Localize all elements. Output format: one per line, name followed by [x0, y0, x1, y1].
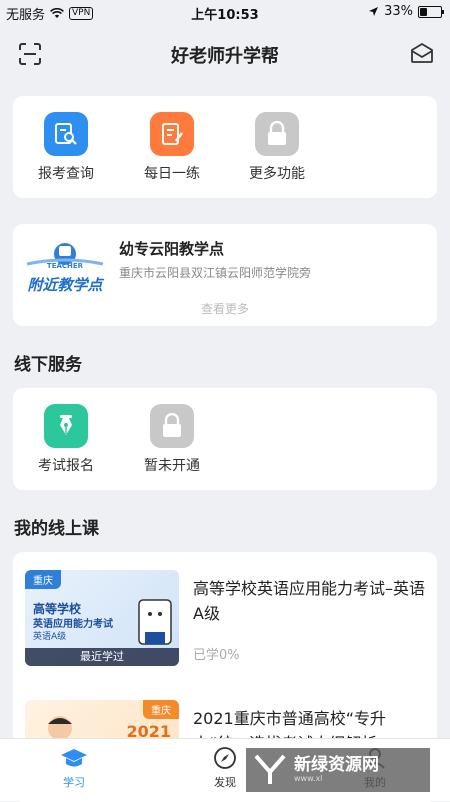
course-title: 高等学校英语应用能力考试–英语A级 [193, 579, 426, 623]
quick-action-query[interactable]: 报考查询 [26, 112, 106, 183]
course-thumb-line3: 英语A级 [33, 632, 67, 642]
course-thumb-tag: 重庆 [25, 570, 61, 589]
quick-action-label: 每日一练 [144, 166, 200, 182]
offline-item-label: 考试报名 [38, 458, 94, 474]
nav-bar: 好老师升学帮 [0, 30, 450, 76]
offline-section-title: 线下服务 [14, 355, 82, 375]
page-title: 好老师升学帮 [171, 46, 279, 67]
logo-top-text: TEACHER [46, 262, 84, 270]
location-arrow-icon [369, 7, 379, 16]
recently-studied-banner: 最近学过 [25, 648, 179, 666]
courses-section-title: 我的线上课 [14, 519, 99, 539]
course-thumb-tag: 重庆 [143, 700, 179, 719]
course-thumbnail: 重庆 高等学校 英语应用能力考试 英语A级 最近学过 [25, 570, 179, 666]
nearby-school-card[interactable]: TEACHER 附近教学点 幼专云阳教学点 重庆市云阳县双江镇云阳师范学院旁 查… [13, 224, 437, 326]
quick-action-practice[interactable]: 每日一练 [132, 112, 212, 183]
status-bar: 无服务 VPN 上午10:53 33% [0, 0, 450, 24]
school-logo: TEACHER 附近教学点 [21, 238, 109, 298]
battery-icon [418, 5, 444, 18]
status-right: 33% [368, 4, 444, 19]
practice-icon [150, 112, 194, 156]
quick-actions-card: 报考查询 每日一练 更多功能 [13, 96, 437, 198]
query-icon [44, 112, 88, 156]
logo-text: 附近教学点 [27, 276, 103, 294]
watermark-logo-icon [254, 754, 286, 784]
battery-fill [420, 7, 427, 16]
offline-item-unavailable[interactable]: 暂未开通 [132, 404, 212, 475]
offline-services-card: 考试报名 暂未开通 [13, 388, 437, 490]
quick-action-label: 更多功能 [249, 166, 305, 182]
course-thumb-line2: 英语应用能力考试 [33, 619, 113, 630]
school-address: 重庆市云阳县双江镇云阳师范学院旁 [119, 266, 312, 280]
watermark-url: www.xl [294, 774, 323, 783]
course-progress: 已学0% [193, 648, 240, 663]
mail-icon[interactable] [410, 42, 434, 68]
tab-study[interactable]: 学习 [39, 745, 109, 790]
offline-item-register[interactable]: 考试报名 [26, 404, 106, 475]
mascot-illustration [138, 599, 172, 645]
lock-icon [150, 404, 194, 448]
course-item[interactable]: 重庆 高等学校 英语应用能力考试 英语A级 最近学过 高等学校英语应用能力考试–… [25, 570, 425, 670]
quick-action-label: 报考查询 [38, 166, 94, 182]
school-name: 幼专云阳教学点 [119, 240, 225, 258]
battery-percent: 33% [384, 4, 413, 19]
quick-action-more[interactable]: 更多功能 [237, 112, 317, 183]
graduation-cap-icon [39, 745, 109, 771]
pen-icon [44, 404, 88, 448]
lock-icon [255, 112, 299, 156]
view-more-link[interactable]: 查看更多 [13, 300, 437, 317]
tab-label: 学习 [63, 776, 85, 789]
watermark-text: 新绿资源网 [294, 755, 379, 775]
offline-item-label: 暂未开通 [144, 458, 200, 474]
site-watermark: 新绿资源网 www.xl [246, 748, 430, 792]
